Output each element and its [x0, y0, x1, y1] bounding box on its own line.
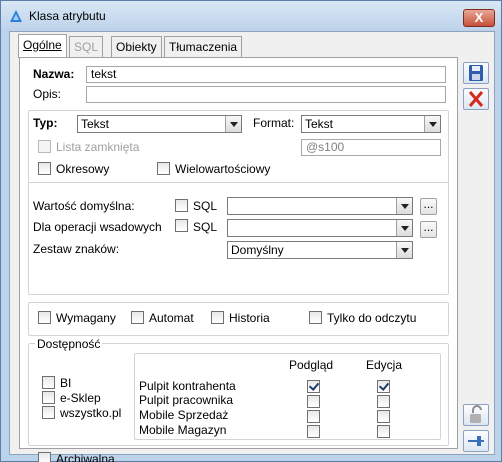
chevron-down-icon[interactable]	[396, 198, 412, 214]
lock-button[interactable]	[463, 404, 489, 426]
save-button[interactable]	[463, 62, 489, 84]
zestaw-znakow-select[interactable]: Domyślny	[227, 241, 413, 259]
podglad-header: Podgląd	[289, 358, 334, 372]
row-label: Mobile Magazyn	[139, 423, 227, 437]
format-value: Tekst	[305, 117, 334, 131]
dostepnosc-title: Dostępność	[35, 337, 103, 351]
wymagany-checkbox[interactable]	[38, 311, 51, 324]
pulpit-pracownika-podglad-checkbox[interactable]	[307, 395, 320, 408]
mobile-sprzedaz-edycja-checkbox[interactable]	[377, 410, 390, 423]
wartosc-sql-label: SQL	[193, 199, 218, 213]
app-icon	[10, 10, 22, 22]
close-button[interactable]: X	[463, 9, 495, 27]
bi-checkbox[interactable]	[42, 376, 55, 389]
okresowy-checkbox[interactable]	[38, 162, 51, 175]
wartosc-browse-button[interactable]: ...	[420, 198, 437, 215]
typ-value: Tekst	[81, 117, 110, 131]
dla-operacji-select[interactable]	[227, 219, 413, 237]
row-label: Pulpit kontrahenta	[139, 379, 236, 393]
tab-tlumaczenia[interactable]: Tłumaczenia	[164, 36, 243, 57]
title-bar[interactable]: Klasa atrybutu X	[1, 1, 501, 31]
typ-label: Typ:	[33, 116, 58, 130]
wartosc-domyslna-select[interactable]	[227, 197, 413, 215]
tab-sql: SQL	[69, 36, 104, 57]
chevron-down-icon[interactable]	[424, 116, 440, 132]
wielowartosciowy-checkbox[interactable]	[157, 162, 170, 175]
window-title: Klasa atrybutu	[29, 9, 106, 23]
archiwalna-label: Archiwalna	[56, 452, 115, 462]
wszystko-checkbox[interactable]	[42, 406, 55, 419]
lista-zamknieta-checkbox	[38, 140, 51, 153]
automat-checkbox[interactable]	[131, 311, 144, 324]
mobile-magazyn-podglad-checkbox[interactable]	[307, 425, 320, 438]
delete-button[interactable]	[463, 88, 489, 110]
format-select[interactable]: Tekst	[301, 115, 441, 133]
mobile-sprzedaz-podglad-checkbox[interactable]	[307, 410, 320, 423]
chevron-down-icon[interactable]	[396, 242, 412, 258]
pin-button[interactable]	[463, 430, 489, 452]
pulpit-pracownika-edycja-checkbox[interactable]	[377, 395, 390, 408]
esklep-checkbox[interactable]	[42, 391, 55, 404]
tab-label: Ogólne	[23, 38, 62, 52]
historia-checkbox[interactable]	[211, 311, 224, 324]
delete-icon	[468, 91, 484, 107]
dla-operacji-sql-label: SQL	[193, 220, 218, 234]
lock-icon	[470, 405, 482, 423]
edycja-header: Edycja	[366, 358, 403, 372]
row-label: Mobile Sprzedaż	[139, 408, 229, 422]
row-label: Pulpit pracownika	[139, 393, 234, 407]
esklep-label: e-Sklep	[60, 391, 101, 405]
separator	[29, 182, 448, 183]
general-panel: Nazwa: tekst Opis: Typ: Tekst Format: Te…	[19, 57, 458, 462]
historia-label: Historia	[229, 311, 270, 325]
dla-operacji-sql-checkbox[interactable]	[175, 219, 188, 232]
client-area: Ogólne SQL Obiekty Tłumaczenia Nazwa: te…	[9, 31, 495, 462]
dla-operacji-browse-button[interactable]: ...	[420, 221, 437, 238]
tab-ogolne[interactable]: Ogólne	[18, 34, 67, 58]
pin-icon	[468, 436, 484, 446]
format-label: Format:	[253, 116, 295, 130]
typ-select[interactable]: Tekst	[77, 115, 242, 133]
pulpit-kontrahenta-edycja-checkbox[interactable]	[377, 380, 390, 393]
automat-label: Automat	[149, 311, 194, 325]
opis-field[interactable]	[86, 86, 446, 103]
okresowy-label: Okresowy	[56, 162, 110, 176]
bi-label: BI	[60, 376, 72, 390]
save-icon	[469, 65, 483, 81]
lista-zamknieta-label: Lista zamknięta	[56, 140, 140, 154]
wszystko-label: wszystko.pl	[60, 406, 122, 420]
tab-label: SQL	[74, 40, 99, 54]
wartosc-sql-checkbox[interactable]	[175, 199, 188, 212]
chevron-down-icon[interactable]	[225, 116, 241, 132]
dialog-window: Klasa atrybutu X Ogólne SQL Obiekty Tłum…	[0, 0, 502, 462]
wymagany-label: Wymagany	[56, 311, 116, 325]
tab-label: Tłumaczenia	[169, 40, 238, 54]
dla-operacji-label: Dla operacji wsadowych	[33, 220, 162, 234]
nazwa-field[interactable]: tekst	[86, 66, 446, 83]
format-mask-field: @s100	[301, 139, 441, 156]
zestaw-znakow-label: Zestaw znaków:	[33, 242, 120, 256]
tab-obiekty[interactable]: Obiekty	[111, 36, 162, 57]
zestaw-znakow-value: Domyślny	[231, 243, 284, 257]
wielowartosciowy-label: Wielowartościowy	[175, 162, 271, 176]
pulpit-kontrahenta-podglad-checkbox[interactable]	[307, 380, 320, 393]
chevron-down-icon[interactable]	[396, 220, 412, 236]
opis-label: Opis:	[33, 87, 62, 101]
archiwalna-checkbox[interactable]	[38, 452, 51, 462]
tylko-do-odczytu-checkbox[interactable]	[309, 311, 322, 324]
tab-label: Obiekty	[116, 40, 157, 54]
mobile-magazyn-edycja-checkbox[interactable]	[377, 425, 390, 438]
wartosc-domyslna-label: Wartość domyślna:	[33, 199, 135, 213]
nazwa-label: Nazwa:	[33, 67, 75, 81]
tylko-do-odczytu-label: Tylko do odczytu	[327, 311, 417, 325]
